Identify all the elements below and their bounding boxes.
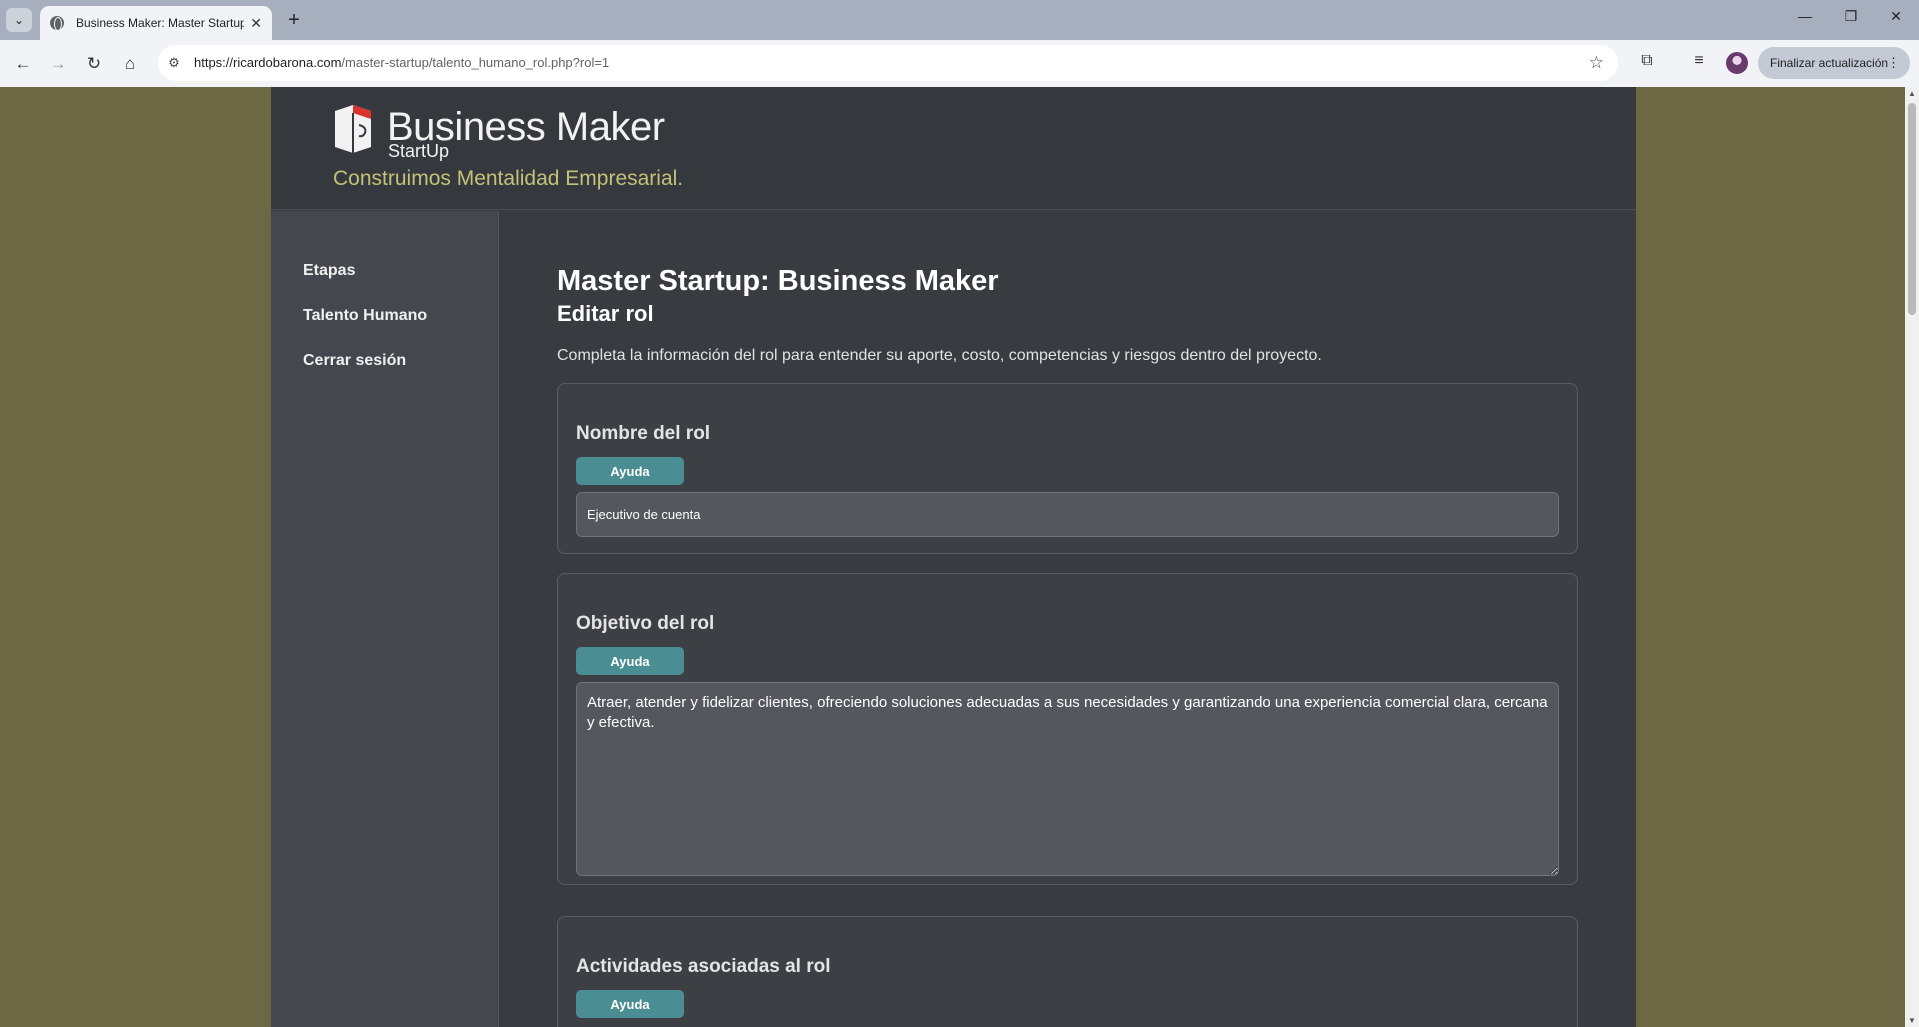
back-arrow-icon[interactable]: ← — [9, 50, 37, 78]
home-icon[interactable]: ⌂ — [116, 50, 144, 78]
window-close-icon[interactable]: ✕ — [1881, 8, 1911, 25]
card-objetivo-del-rol: Objetivo del rol Ayuda Atraer, atender y… — [557, 573, 1578, 885]
minimize-icon[interactable]: — — [1790, 8, 1820, 24]
field-label-objetivo: Objetivo del rol — [576, 613, 715, 634]
scroll-up-arrow-icon[interactable]: ▲ — [1908, 89, 1916, 98]
url-text: https://ricardobarona.com/master-startup… — [194, 55, 610, 70]
globe-icon — [50, 16, 64, 31]
page-subtitle: Editar rol — [557, 301, 654, 326]
menu-dots-icon[interactable]: ⋮ — [1887, 55, 1900, 71]
field-label-nombre: Nombre del rol — [576, 423, 711, 444]
browser-tab-active[interactable]: Business Maker: Master Startup ✕ — [40, 6, 272, 40]
page-intro: Completa la información del rol para ent… — [557, 347, 1322, 364]
site-header: Business Maker StartUp Construimos Menta… — [271, 87, 1636, 210]
card-nombre-del-rol: Nombre del rol Ayuda — [557, 383, 1578, 554]
role-name-input[interactable] — [576, 492, 1559, 537]
page-viewport: Business Maker StartUp Construimos Menta… — [0, 87, 1919, 1027]
page-title: Master Startup: Business Maker — [557, 265, 999, 297]
page-scrollbar[interactable]: ▲ ▼ — [1905, 87, 1919, 1027]
help-button-nombre[interactable]: Ayuda — [576, 457, 684, 485]
site-container: Business Maker StartUp Construimos Menta… — [271, 87, 1636, 1027]
business-maker-logo-icon[interactable] — [333, 103, 373, 155]
brand-tagline: Construimos Mentalidad Empresarial. — [333, 167, 684, 190]
reload-icon[interactable]: ↻ — [80, 50, 108, 78]
scrollbar-thumb[interactable] — [1908, 103, 1916, 315]
help-button-actividades[interactable]: Ayuda — [576, 990, 684, 1018]
browser-toolbar: ← → ↻ ⌂ ⚙ https://ricardobarona.com/mast… — [0, 40, 1919, 87]
tab-close-icon[interactable]: ✕ — [250, 15, 262, 32]
update-button[interactable]: Finalizar actualización ⋮ — [1758, 47, 1910, 79]
profile-avatar[interactable] — [1726, 52, 1748, 74]
role-objective-textarea[interactable]: Atraer, atender y fidelizar clientes, of… — [576, 682, 1559, 876]
address-bar[interactable]: ⚙ https://ricardobarona.com/master-start… — [158, 45, 1618, 81]
card-actividades-del-rol: Actividades asociadas al rol Ayuda — [557, 916, 1578, 1027]
sidebar-item-talento-humano[interactable]: Talento Humano — [303, 307, 427, 325]
help-button-objetivo[interactable]: Ayuda — [576, 647, 684, 675]
scroll-down-arrow-icon[interactable]: ▼ — [1908, 1016, 1916, 1025]
sidebar-item-etapas[interactable]: Etapas — [303, 262, 355, 280]
tab-title: Business Maker: Master Startup — [76, 16, 245, 30]
browser-tab-strip: ⌄ Business Maker: Master Startup ✕ + — ❐… — [0, 0, 1919, 40]
sidebar-item-cerrar-sesion[interactable]: Cerrar sesión — [303, 352, 406, 370]
media-queue-icon[interactable]: ≡ — [1688, 52, 1710, 70]
restore-icon[interactable]: ❐ — [1836, 8, 1866, 25]
bookmark-star-icon[interactable]: ☆ — [1589, 53, 1604, 73]
sidebar: Etapas Talento Humano Cerrar sesión — [271, 211, 499, 1027]
forward-arrow-icon[interactable]: → — [44, 50, 72, 78]
site-settings-icon[interactable]: ⚙ — [166, 55, 182, 71]
new-tab-plus-icon[interactable]: + — [282, 8, 306, 32]
brand-sub: StartUp — [388, 141, 450, 161]
extensions-puzzle-icon[interactable]: ⧉ — [1636, 52, 1658, 70]
field-label-actividades: Actividades asociadas al rol — [576, 956, 831, 977]
tab-search-chevron-icon[interactable]: ⌄ — [6, 8, 32, 32]
